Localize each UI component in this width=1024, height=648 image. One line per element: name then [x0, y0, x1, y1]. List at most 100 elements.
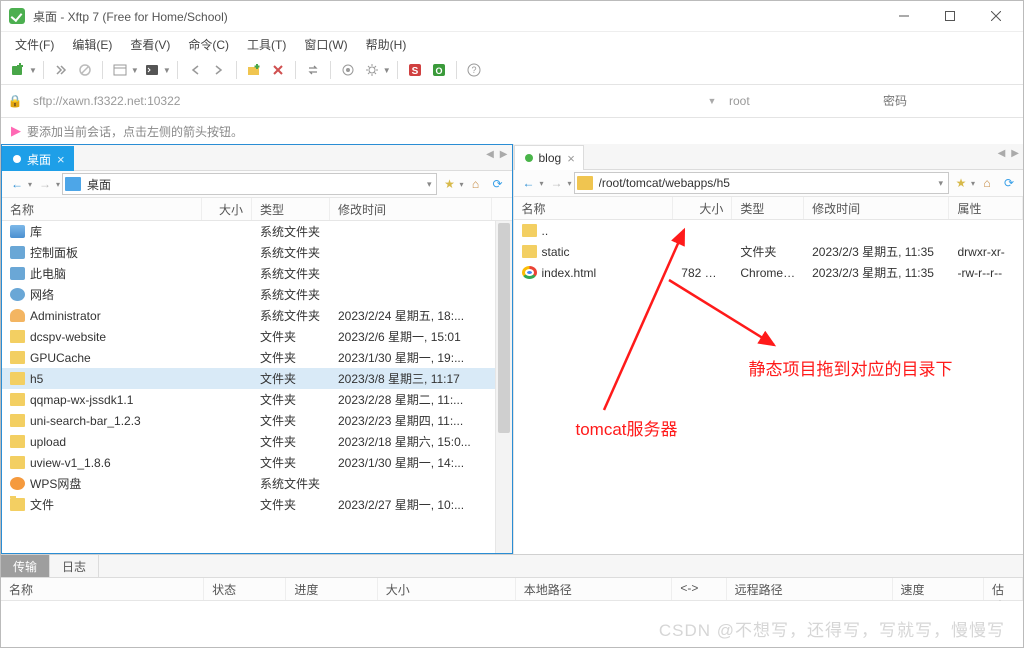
- dropdown-icon[interactable]: ▾: [424, 179, 435, 190]
- remote-path-input[interactable]: [597, 175, 932, 191]
- list-item[interactable]: static文件夹2023/2/3 星期五, 11:35drwxr-xr-: [514, 241, 1024, 262]
- tool-settings[interactable]: [361, 59, 383, 81]
- local-path-input[interactable]: [85, 176, 420, 192]
- col-type[interactable]: 类型: [252, 198, 330, 220]
- col-size[interactable]: 大小: [673, 197, 732, 219]
- tab-prev-icon[interactable]: ◀: [998, 148, 1006, 159]
- home-icon[interactable]: ⌂: [466, 174, 486, 194]
- tool-delete[interactable]: [267, 59, 289, 81]
- tool-reconnect[interactable]: [50, 59, 72, 81]
- new-session-button[interactable]: [7, 59, 29, 81]
- forward-button[interactable]: →: [34, 173, 56, 195]
- list-item[interactable]: qqmap-wx-jssdk1.1文件夹2023/2/28 星期二, 11:..…: [2, 389, 512, 410]
- tool-view[interactable]: [337, 59, 359, 81]
- tool-transfer-right[interactable]: [208, 59, 230, 81]
- tool-new-window[interactable]: [109, 59, 131, 81]
- close-button[interactable]: [973, 1, 1019, 31]
- list-item[interactable]: 此电脑系统文件夹: [2, 263, 512, 284]
- col-name[interactable]: 名称: [2, 198, 202, 220]
- col-speed[interactable]: 速度: [893, 578, 984, 600]
- tab-remote-blog[interactable]: blog ×: [514, 145, 584, 170]
- col-status[interactable]: 状态: [204, 578, 286, 600]
- col-remotepath[interactable]: 远程路径: [727, 578, 893, 600]
- scrollbar-thumb[interactable]: [498, 223, 510, 433]
- menu-command[interactable]: 命令(C): [180, 34, 237, 55]
- menu-help[interactable]: 帮助(H): [358, 34, 415, 55]
- dropdown-icon[interactable]: ▼: [383, 66, 391, 75]
- tab-prev-icon[interactable]: ◀: [486, 149, 494, 160]
- col-type[interactable]: 类型: [732, 197, 804, 219]
- back-button[interactable]: ←: [518, 172, 540, 194]
- tool-sync[interactable]: [302, 59, 324, 81]
- dropdown-icon[interactable]: ▼: [705, 96, 719, 106]
- menu-window[interactable]: 窗口(W): [296, 34, 355, 55]
- dropdown-icon[interactable]: ▼: [29, 66, 37, 75]
- menu-file[interactable]: 文件(F): [7, 34, 62, 55]
- tool-terminal[interactable]: [141, 59, 163, 81]
- list-item[interactable]: 文件文件夹2023/2/27 星期一, 10:...: [2, 494, 512, 515]
- list-item[interactable]: index.html782 BytesChrome ...2023/2/3 星期…: [514, 262, 1024, 283]
- username-input[interactable]: [725, 91, 873, 111]
- col-localpath[interactable]: 本地路径: [516, 578, 673, 600]
- col-name[interactable]: 名称: [1, 578, 204, 600]
- list-item[interactable]: upload文件夹2023/2/18 星期六, 15:0...: [2, 431, 512, 452]
- close-icon[interactable]: ×: [57, 152, 65, 167]
- bookmark-icon[interactable]: ★: [951, 173, 971, 193]
- tool-new-folder[interactable]: [243, 59, 265, 81]
- dropdown-icon[interactable]: ▼: [131, 66, 139, 75]
- list-item[interactable]: 库系统文件夹: [2, 221, 512, 242]
- col-size[interactable]: 大小: [202, 198, 252, 220]
- menu-edit[interactable]: 编辑(E): [64, 34, 120, 55]
- local-file-list[interactable]: 库系统文件夹控制面板系统文件夹此电脑系统文件夹网络系统文件夹Administra…: [2, 221, 512, 553]
- list-item[interactable]: uview-v1_1.8.6文件夹2023/1/30 星期一, 14:...: [2, 452, 512, 473]
- dropdown-icon[interactable]: ▾: [459, 180, 463, 189]
- col-size[interactable]: 大小: [378, 578, 516, 600]
- list-item[interactable]: dcspv-website文件夹2023/2/6 星期一, 15:01: [2, 326, 512, 347]
- close-icon[interactable]: ×: [567, 151, 575, 166]
- dropdown-icon[interactable]: ▾: [971, 179, 975, 188]
- dropdown-icon[interactable]: ▼: [163, 66, 171, 75]
- tab-local-desktop[interactable]: 桌面 ×: [2, 146, 74, 171]
- dropdown-icon[interactable]: ▾: [935, 178, 946, 189]
- tool-xshell[interactable]: S: [404, 59, 426, 81]
- refresh-icon[interactable]: ⟳: [999, 173, 1019, 193]
- dropdown-icon[interactable]: ▾: [568, 179, 572, 188]
- list-item[interactable]: WPS网盘系统文件夹: [2, 473, 512, 494]
- col-eta[interactable]: 估计剩余...: [984, 578, 1023, 600]
- list-item[interactable]: GPUCache文件夹2023/1/30 星期一, 19:...: [2, 347, 512, 368]
- remote-file-list[interactable]: tomcat服务器 静态项目拖到对应的目录下 ..static文件夹2023/2…: [514, 220, 1024, 554]
- maximize-button[interactable]: [927, 1, 973, 31]
- bookmark-icon[interactable]: ★: [439, 174, 459, 194]
- tool-transfer-left[interactable]: [184, 59, 206, 81]
- tool-help[interactable]: ?: [463, 59, 485, 81]
- tab-next-icon[interactable]: ▶: [500, 149, 508, 160]
- menu-tools[interactable]: 工具(T): [239, 34, 294, 55]
- tool-xmanager[interactable]: O: [428, 59, 450, 81]
- back-button[interactable]: ←: [6, 173, 28, 195]
- refresh-icon[interactable]: ⟳: [488, 174, 508, 194]
- col-modified[interactable]: 修改时间: [330, 198, 492, 220]
- list-item[interactable]: h5文件夹2023/3/8 星期三, 11:17: [2, 368, 512, 389]
- minimize-button[interactable]: [881, 1, 927, 31]
- password-input[interactable]: [879, 91, 1017, 111]
- tab-transfer[interactable]: 传输: [1, 555, 50, 577]
- list-item[interactable]: Administrator系统文件夹2023/2/24 星期五, 18:...: [2, 305, 512, 326]
- tab-next-icon[interactable]: ▶: [1011, 148, 1019, 159]
- col-direction[interactable]: <->: [672, 578, 726, 600]
- list-item[interactable]: 网络系统文件夹: [2, 284, 512, 305]
- remote-path-box[interactable]: ▾: [574, 172, 949, 194]
- dropdown-icon[interactable]: ▾: [540, 179, 544, 188]
- list-item[interactable]: 控制面板系统文件夹: [2, 242, 512, 263]
- home-icon[interactable]: ⌂: [977, 173, 997, 193]
- col-attributes[interactable]: 属性: [949, 197, 1023, 219]
- dropdown-icon[interactable]: ▾: [28, 180, 32, 189]
- col-modified[interactable]: 修改时间: [804, 197, 949, 219]
- dropdown-icon[interactable]: ▾: [56, 180, 60, 189]
- list-item[interactable]: uni-search-bar_1.2.3文件夹2023/2/23 星期四, 11…: [2, 410, 512, 431]
- scrollbar[interactable]: [495, 221, 512, 553]
- local-path-box[interactable]: ▾: [62, 173, 437, 195]
- address-input[interactable]: [29, 91, 699, 111]
- menu-view[interactable]: 查看(V): [122, 34, 178, 55]
- forward-button[interactable]: →: [546, 172, 568, 194]
- list-item[interactable]: ..: [514, 220, 1024, 241]
